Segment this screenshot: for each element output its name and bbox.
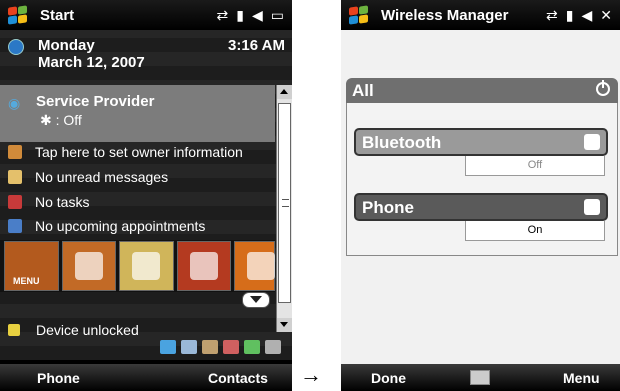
keyboard-icon[interactable] (470, 370, 490, 385)
volume-icon[interactable]: ◀ (252, 7, 263, 24)
connection-icon[interactable] (181, 340, 197, 354)
all-toggle[interactable]: All (346, 78, 618, 103)
signal-icon[interactable]: ▮ (566, 7, 574, 24)
wireless-manager-title: Wireless Manager (381, 6, 509, 24)
internet-explorer-icon (247, 252, 276, 280)
bluetooth-status: ✱ : Off (40, 112, 82, 129)
chevron-down-icon (250, 296, 262, 303)
date-label: March 12, 2007 (38, 54, 145, 71)
appointments-label: No upcoming appointments (35, 217, 206, 234)
calendar-icon (8, 218, 22, 233)
games-tile[interactable] (119, 241, 174, 291)
service-provider-row[interactable]: ◉ Service Provider ✱ : Off (0, 85, 275, 142)
wireless-manager-screen: Wireless Manager ⇄ ▮ ◀ ✕ All Bluetooth O… (341, 0, 620, 391)
phone-state: On (465, 221, 605, 241)
all-label: All (352, 81, 374, 100)
tasks-label: No tasks (35, 193, 90, 210)
bluetooth-icon: ✱ (40, 112, 52, 128)
phone-icon (584, 199, 600, 215)
picture-frame-icon (74, 252, 103, 280)
day-label: Monday (38, 37, 95, 54)
menu-softkey[interactable]: Menu (563, 370, 600, 386)
sync-icon[interactable]: ⇄ (546, 7, 558, 24)
appointments-row[interactable]: No upcoming appointments (0, 213, 275, 238)
contacts-softkey[interactable]: Contacts (208, 370, 268, 386)
bluetooth-status-text: : Off (55, 112, 82, 128)
softkey-bar: Phone Contacts (0, 364, 292, 391)
scroll-up-button[interactable] (277, 85, 292, 99)
title-bar: Wireless Manager ⇄ ▮ ◀ ✕ (341, 0, 620, 30)
clock-icon (8, 39, 24, 55)
bluetooth-state: Off (465, 156, 605, 176)
title-bar: Start ⇄ ▮ ◀ ▭ (0, 0, 292, 30)
person-icon (8, 144, 22, 159)
tasks-icon (8, 194, 22, 209)
windows-logo-icon[interactable] (6, 4, 32, 26)
windows-logo-icon[interactable] (347, 4, 373, 26)
done-softkey[interactable]: Done (371, 370, 406, 386)
bluetooth-button[interactable]: Bluetooth (354, 128, 608, 156)
scroll-down-button[interactable] (277, 318, 292, 332)
owner-info-row[interactable]: Tap here to set owner information (0, 139, 275, 164)
cards-icon (132, 252, 161, 280)
phone-label: Phone (362, 198, 414, 217)
time-label[interactable]: 3:16 AM (228, 37, 285, 54)
battery-tray-icon[interactable] (244, 340, 260, 354)
expand-button[interactable] (242, 292, 270, 308)
menu-tile-label: MENU (13, 276, 40, 286)
storage-icon[interactable] (202, 340, 218, 354)
envelope-icon (8, 169, 22, 184)
signal-icon[interactable]: ▮ (236, 7, 244, 24)
transition-arrow: → (300, 362, 322, 387)
network-icon[interactable] (223, 340, 239, 354)
phone-softkey[interactable]: Phone (37, 370, 80, 386)
bluetooth-off-icon (584, 134, 600, 150)
today-screen: Start ⇄ ▮ ◀ ▭ Monday March 12, 2007 3:16… (0, 0, 292, 391)
browser-tile[interactable] (234, 241, 276, 291)
phone-tile[interactable] (176, 241, 232, 291)
pictures-tile[interactable] (61, 241, 117, 291)
softkey-bar: Done Menu (341, 364, 620, 391)
wireless-icon: ◉ (8, 95, 21, 111)
messages-row[interactable]: No unread messages (0, 164, 275, 189)
owner-info-label: Tap here to set owner information (35, 143, 243, 160)
messages-label: No unread messages (35, 168, 169, 185)
tasks-row[interactable]: No tasks (0, 189, 275, 214)
start-title[interactable]: Start (40, 7, 74, 24)
phone-handset-icon (189, 252, 218, 280)
status-icons: ⇄ ▮ ◀ ✕ (546, 7, 612, 24)
bluetooth-label: Bluetooth (362, 133, 442, 152)
volume-icon[interactable]: ◀ (581, 7, 592, 24)
microphone-icon[interactable] (160, 340, 176, 354)
close-icon[interactable]: ✕ (600, 7, 612, 24)
provider-name: Service Provider (36, 93, 155, 110)
notification-tray (160, 340, 281, 354)
device-lock-row[interactable]: Device unlocked (0, 320, 275, 340)
sync-icon[interactable]: ⇄ (217, 7, 229, 24)
sync-tray-icon[interactable] (265, 340, 281, 354)
app-launcher: MENU (0, 240, 276, 292)
battery-icon[interactable]: ▭ (271, 7, 284, 24)
scroll-thumb[interactable] (278, 103, 291, 303)
menu-tile[interactable]: MENU (4, 241, 59, 291)
status-icons: ⇄ ▮ ◀ ▭ (217, 7, 284, 24)
device-lock-label: Device unlocked (36, 322, 139, 338)
lock-icon (8, 324, 20, 336)
phone-button[interactable]: Phone (354, 193, 608, 221)
power-icon (596, 80, 610, 96)
scrollbar[interactable] (276, 85, 292, 332)
